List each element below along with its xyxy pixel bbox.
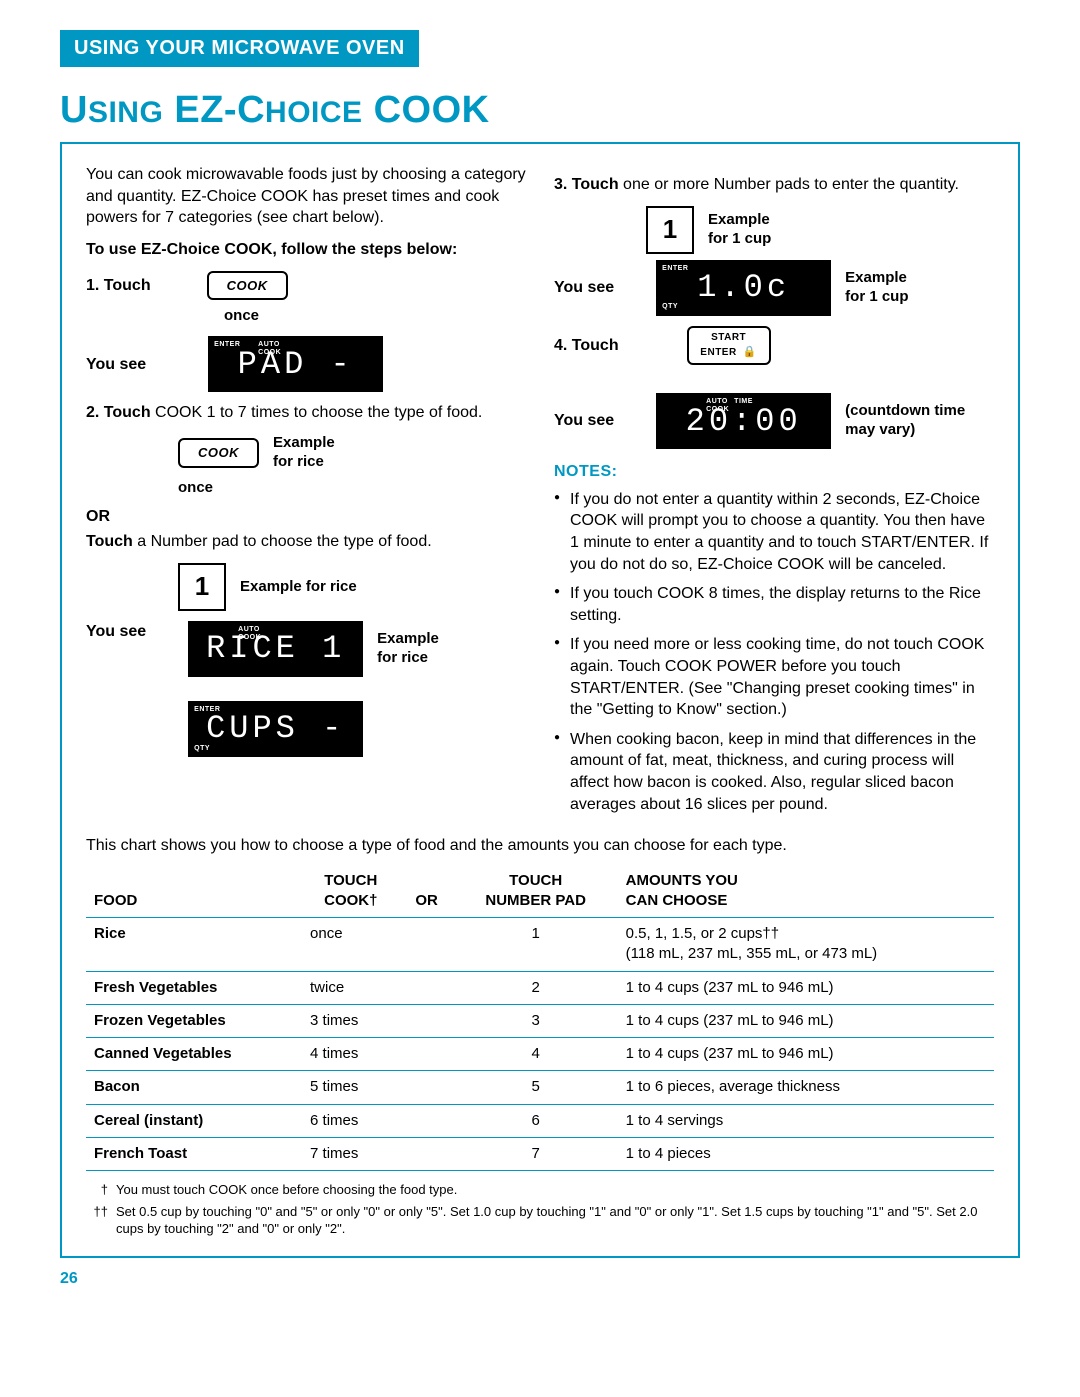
table-row: Bacon5 times 51 to 6 pieces, average thic…	[86, 1071, 994, 1104]
display-cups: ENTER QTY CUPS -	[188, 701, 363, 757]
cell-cook: twice	[302, 971, 400, 1004]
example-rice-label: Examplefor rice	[273, 434, 335, 472]
footnote-1: You must touch COOK once before choosing…	[116, 1181, 457, 1199]
cell-amount: 0.5, 1, 1.5, or 2 cups††(118 mL, 237 mL,…	[618, 918, 994, 972]
example-rice-label: Examplefor rice	[377, 630, 439, 668]
table-row: Canned Vegetables4 times 41 to 4 cups (23…	[86, 1038, 994, 1071]
cell-food: Fresh Vegetables	[86, 971, 302, 1004]
content-box: You can cook microwavable foods just by …	[60, 142, 1020, 1258]
example-1cup-label: Examplefor 1 cup	[845, 269, 908, 307]
cell-cook: 4 times	[302, 1038, 400, 1071]
cell-amount: 1 to 4 pieces	[618, 1137, 994, 1170]
step-3: 3. Touch one or more Number pads to ente…	[554, 174, 994, 316]
page-number: 26	[60, 1268, 1020, 1290]
note-item: If you need more or less cooking time, d…	[554, 634, 994, 720]
you-see-label: You see	[86, 621, 146, 643]
step-1: 1. Touch COOK once You see ENTER AUTO CO…	[86, 271, 526, 393]
right-column: 3. Touch one or more Number pads to ente…	[554, 164, 994, 823]
display-10c: ENTER QTY 1.0c	[656, 260, 831, 316]
cell-cook: 7 times	[302, 1137, 400, 1170]
cell-blank	[400, 1104, 454, 1137]
cell-cook: once	[302, 918, 400, 972]
table-row: Fresh Vegetablestwice 21 to 4 cups (237 m…	[86, 971, 994, 1004]
cell-cook: 5 times	[302, 1071, 400, 1104]
cell-cook: 6 times	[302, 1104, 400, 1137]
cell-num: 7	[454, 1137, 618, 1170]
cell-amount: 1 to 4 cups (237 mL to 946 mL)	[618, 1004, 994, 1037]
cell-food: Cereal (instant)	[86, 1104, 302, 1137]
left-column: You can cook microwavable foods just by …	[86, 164, 526, 823]
note-item: If you touch COOK 8 times, the display r…	[554, 583, 994, 626]
cell-food: Bacon	[86, 1071, 302, 1104]
cell-cook: 3 times	[302, 1004, 400, 1037]
chart-intro: This chart shows you how to choose a typ…	[86, 835, 994, 857]
step-2: 2. Touch COOK 1 to 7 times to choose the…	[86, 402, 526, 757]
footnote-2: Set 0.5 cup by touching "0" and "5" or o…	[116, 1203, 994, 1238]
col-amounts: AMOUNTS YOUCAN CHOOSE	[618, 865, 994, 918]
cell-blank	[400, 1038, 454, 1071]
cell-amount: 1 to 4 cups (237 mL to 946 mL)	[618, 971, 994, 1004]
cook-button-icon: COOK	[178, 438, 259, 468]
display-pad: ENTER AUTO COOK PAD -	[208, 336, 383, 392]
cell-amount: 1 to 6 pieces, average thickness	[618, 1071, 994, 1104]
table-row: French Toast7 times 71 to 4 pieces	[86, 1137, 994, 1170]
cell-blank	[400, 1004, 454, 1037]
page-title: USING EZ-CHOICE COOK	[60, 85, 1020, 136]
start-enter-button-icon: START ENTER🔒	[687, 326, 771, 365]
you-see-label: You see	[554, 410, 614, 432]
note-item: When cooking bacon, keep in mind that di…	[554, 729, 994, 815]
cell-num: 6	[454, 1104, 618, 1137]
footnotes: †You must touch COOK once before choosin…	[86, 1181, 994, 1238]
table-row: Riceonce 10.5, 1, 1.5, or 2 cups††(118 mL…	[86, 918, 994, 972]
notes-list: If you do not enter a quantity within 2 …	[554, 489, 994, 815]
notes-heading: NOTES:	[554, 461, 994, 483]
cell-num: 5	[454, 1071, 618, 1104]
once-label: once	[224, 306, 526, 326]
food-chart-table: FOOD TOUCHCOOK† OR TOUCHNUMBER PAD AMOUN…	[86, 865, 994, 1172]
cell-blank	[400, 1071, 454, 1104]
lock-icon: 🔒	[743, 345, 757, 360]
cook-button-icon: COOK	[207, 271, 288, 301]
countdown-note: (countdown timemay vary)	[845, 402, 965, 440]
display-rice: AUTO COOK RICE 1	[188, 621, 363, 677]
or-label: OR	[86, 506, 526, 528]
example-rice-label: Example for rice	[240, 578, 357, 597]
cell-food: Canned Vegetables	[86, 1038, 302, 1071]
cell-blank	[400, 971, 454, 1004]
cell-blank	[400, 1137, 454, 1170]
cell-food: Rice	[86, 918, 302, 972]
step-4: 4. Touch START ENTER🔒 You see AUTO COOK …	[554, 326, 994, 449]
section-header: USING YOUR MICROWAVE OVEN	[60, 30, 419, 67]
cell-food: French Toast	[86, 1137, 302, 1170]
number-1-button-icon: 1	[178, 563, 226, 611]
display-countdown: AUTO COOK TIME 20:00	[656, 393, 831, 449]
table-row: Cereal (instant)6 times 61 to 4 servings	[86, 1104, 994, 1137]
you-see-label: You see	[554, 277, 614, 299]
you-see-label: You see	[86, 354, 146, 376]
once-label: once	[178, 478, 526, 498]
example-1cup-label: Examplefor 1 cup	[708, 211, 771, 249]
table-header-row: FOOD TOUCHCOOK† OR TOUCHNUMBER PAD AMOUN…	[86, 865, 994, 918]
cell-blank	[400, 918, 454, 972]
cell-num: 3	[454, 1004, 618, 1037]
cell-amount: 1 to 4 cups (237 mL to 946 mL)	[618, 1038, 994, 1071]
steps-heading: To use EZ-Choice COOK, follow the steps …	[86, 239, 526, 261]
col-touch-num: TOUCHNUMBER PAD	[454, 865, 618, 918]
cell-num: 1	[454, 918, 618, 972]
number-1-button-icon: 1	[646, 206, 694, 254]
col-food: FOOD	[86, 865, 302, 918]
intro-text: You can cook microwavable foods just by …	[86, 164, 526, 229]
cell-amount: 1 to 4 servings	[618, 1104, 994, 1137]
table-row: Frozen Vegetables3 times 31 to 4 cups (23…	[86, 1004, 994, 1037]
col-touch-cook: TOUCHCOOK†	[302, 865, 400, 918]
cell-num: 4	[454, 1038, 618, 1071]
col-or: OR	[400, 865, 454, 918]
cell-num: 2	[454, 971, 618, 1004]
note-item: If you do not enter a quantity within 2 …	[554, 489, 994, 575]
cell-food: Frozen Vegetables	[86, 1004, 302, 1037]
